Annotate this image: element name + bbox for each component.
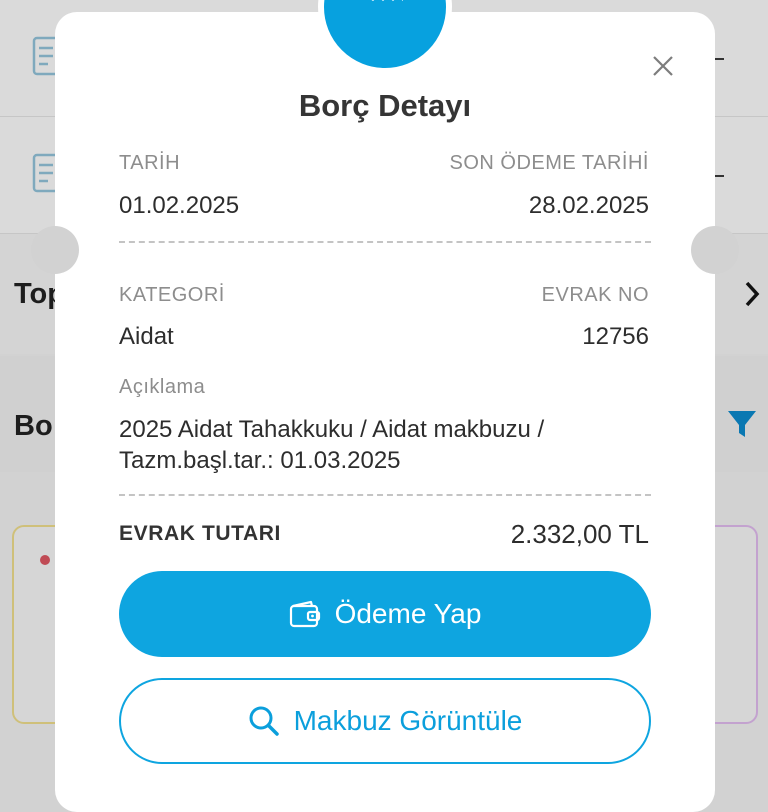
status-dot [40,555,50,565]
close-icon[interactable] [651,54,675,78]
total-value: 2.332,00 TL [510,519,649,549]
header-badge [318,0,452,74]
pay-button[interactable]: Ödeme Yap [119,571,651,657]
view-receipt-button[interactable]: Makbuz Görüntüle [119,678,651,764]
chevron-right-icon[interactable] [742,280,762,308]
date-label: TARİH [119,152,181,174]
ticket-notch [691,226,739,274]
category-value: Aidat [119,323,174,350]
ticket-notch [31,226,79,274]
dashed-divider [119,241,651,243]
pay-button-label: Ödeme Yap [334,598,482,629]
document-no-value: 12756 [582,323,649,350]
filter-icon[interactable] [726,408,758,440]
receipt-icon [371,0,403,1]
view-receipt-button-label: Makbuz Görüntüle [293,705,523,736]
debt-detail-modal: Borç Detayı TARİH SON ÖDEME TARİHİ 01.02… [31,0,739,812]
due-date-label: SON ÖDEME TARİHİ [449,152,649,174]
due-date-value: 28.02.2025 [528,192,649,219]
bg-section-heading: Bo [14,410,53,442]
modal-title: Borç Detayı [298,88,472,123]
description-label: Açıklama [119,376,206,398]
category-label: KATEGORİ [119,284,225,306]
wallet-icon [289,600,320,628]
date-value: 01.02.2025 [119,192,240,219]
search-icon [249,706,279,736]
dashed-divider [119,494,651,496]
description-value: 2025 Aidat Tahakkuku / Aidat makbuzu / T… [119,416,545,474]
document-no-label: EVRAK NO [541,284,649,306]
total-label: EVRAK TUTARI [119,522,281,545]
